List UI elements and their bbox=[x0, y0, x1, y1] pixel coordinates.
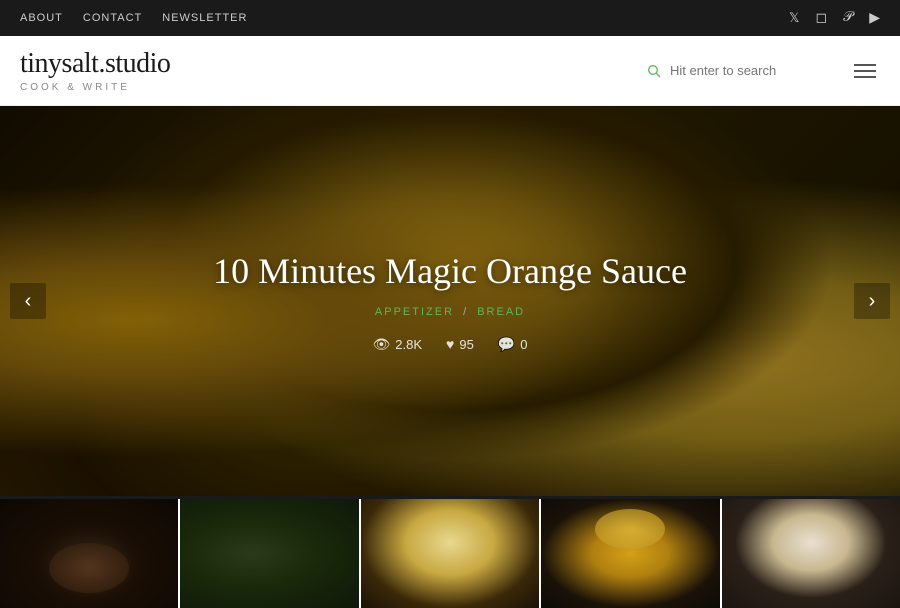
youtube-icon[interactable]: ▶ bbox=[869, 10, 880, 27]
views-count: 2.8K bbox=[395, 337, 422, 352]
hamburger-line1 bbox=[854, 64, 876, 66]
slider-next-button[interactable]: › bbox=[854, 283, 890, 319]
search-input[interactable] bbox=[670, 63, 830, 78]
site-logo[interactable]: tinysalt.studio COOK & WRITE bbox=[20, 48, 170, 93]
thumbnail-4[interactable] bbox=[541, 499, 721, 608]
hero-section: 10 Minutes Magic Orange Sauce APPETIZER … bbox=[0, 106, 900, 496]
social-icons:  𝕏 ◻ 𝒫 ▶ bbox=[773, 10, 880, 27]
top-bar: ABOUT CONTACT NEWSLETTER  𝕏 ◻ 𝒫 ▶ bbox=[0, 0, 900, 36]
pinterest-icon[interactable]: 𝒫 bbox=[843, 10, 853, 26]
hero-background: 10 Minutes Magic Orange Sauce APPETIZER … bbox=[0, 106, 900, 496]
hero-title: 10 Minutes Magic Orange Sauce bbox=[213, 250, 687, 292]
logo-main-text: tinysalt.studio bbox=[20, 48, 170, 80]
thumb-image-1 bbox=[0, 499, 178, 608]
thumbnail-1[interactable] bbox=[0, 499, 180, 608]
nav-contact[interactable]: CONTACT bbox=[83, 12, 142, 24]
thumb-image-5 bbox=[722, 499, 900, 608]
search-area[interactable] bbox=[646, 63, 830, 79]
views-stat: 👁 2.8K bbox=[373, 336, 423, 353]
category-separator: / bbox=[463, 306, 468, 318]
comments-count: 0 bbox=[520, 337, 527, 352]
slider-prev-button[interactable]: ‹ bbox=[10, 283, 46, 319]
instagram-icon[interactable]: ◻ bbox=[815, 10, 827, 27]
hero-category1[interactable]: APPETIZER bbox=[375, 306, 454, 318]
hamburger-menu[interactable] bbox=[850, 60, 880, 82]
thumbnail-strip bbox=[0, 496, 900, 608]
hero-content: 10 Minutes Magic Orange Sauce APPETIZER … bbox=[213, 250, 687, 353]
top-nav: ABOUT CONTACT NEWSLETTER bbox=[20, 12, 247, 24]
twitter-icon[interactable]: 𝕏 bbox=[789, 10, 799, 26]
hero-category2[interactable]: BREAD bbox=[477, 306, 525, 318]
hamburger-line3 bbox=[854, 76, 876, 78]
likes-icon: ♥ bbox=[446, 336, 454, 352]
thumb-image-3 bbox=[361, 499, 539, 608]
logo-sub-text: COOK & WRITE bbox=[20, 82, 130, 93]
nav-about[interactable]: ABOUT bbox=[20, 12, 63, 24]
site-header: tinysalt.studio COOK & WRITE bbox=[0, 36, 900, 106]
thumb-image-2 bbox=[180, 499, 358, 608]
thumbnail-2[interactable] bbox=[180, 499, 360, 608]
hero-stats: 👁 2.8K ♥ 95 💬 0 bbox=[213, 336, 687, 353]
comments-icon: 💬 bbox=[498, 336, 515, 353]
thumbnail-3[interactable] bbox=[361, 499, 541, 608]
header-right bbox=[646, 60, 880, 82]
thumbnail-5[interactable] bbox=[722, 499, 900, 608]
comments-stat: 💬 0 bbox=[498, 336, 528, 353]
nav-newsletter[interactable]: NEWSLETTER bbox=[162, 12, 247, 24]
search-icon bbox=[646, 63, 662, 79]
hamburger-line2 bbox=[854, 70, 876, 72]
thumb-image-4 bbox=[541, 499, 719, 608]
views-icon: 👁 bbox=[373, 336, 391, 353]
likes-count: 95 bbox=[459, 337, 473, 352]
hero-categories: APPETIZER / BREAD bbox=[213, 306, 687, 318]
likes-stat: ♥ 95 bbox=[446, 336, 474, 352]
